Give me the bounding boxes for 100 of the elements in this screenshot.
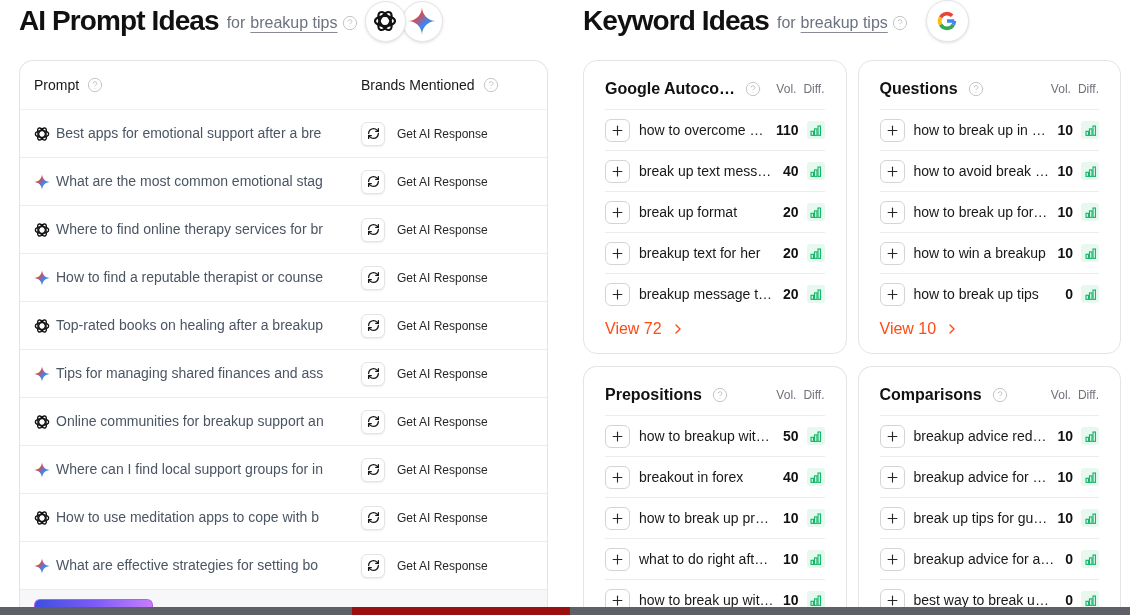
prompt-text: What are effective strategies for setting bo: [56, 556, 318, 575]
column-header: Vol.: [1050, 81, 1071, 98]
keyword-text: breakup message t…: [639, 284, 774, 304]
knot-icon: [34, 509, 50, 526]
keyword-text: how to win a breakup: [913, 243, 1047, 263]
card-title: Questions: [879, 79, 958, 99]
add-button[interactable]: [605, 506, 630, 530]
get-response-link[interactable]: Get AI Response: [397, 316, 488, 335]
prompt-text: Online communities for breakup support an: [56, 412, 324, 431]
knot-icon: [34, 125, 50, 142]
refresh-icon: [366, 463, 380, 476]
prompt-text: Best apps for emotional support after a bre: [56, 124, 322, 143]
sparkle-icon: [34, 461, 50, 478]
get-response-link[interactable]: Get AI Response: [397, 508, 488, 527]
plus-icon: [884, 592, 900, 607]
plus-icon: [610, 510, 625, 526]
add-button[interactable]: [605, 200, 630, 224]
add-button[interactable]: [605, 159, 630, 183]
refresh-icon: [366, 271, 380, 284]
refresh-button[interactable]: [361, 121, 385, 146]
volume-value: 10: [1057, 161, 1073, 181]
keyword-text: break up format: [639, 202, 739, 222]
add-button[interactable]: [879, 547, 905, 571]
refresh-button[interactable]: [361, 553, 385, 578]
add-button[interactable]: [879, 465, 905, 489]
bar-chart-icon: [1081, 468, 1099, 486]
volume-value: 40: [782, 467, 799, 487]
plus-icon: [884, 510, 900, 526]
keyword-text: how to overcome …: [639, 120, 765, 140]
get-response-link[interactable]: Get AI Response: [397, 412, 488, 431]
add-button[interactable]: [605, 465, 630, 489]
get-response-link[interactable]: Get AI Response: [397, 124, 488, 143]
refresh-button[interactable]: [361, 313, 385, 338]
keyword-text: breakout in forex: [639, 467, 745, 487]
add-button[interactable]: [879, 588, 905, 607]
plus-icon: [610, 204, 625, 220]
section-title: Keyword Ideas: [583, 7, 769, 35]
for-label: for: [776, 15, 796, 31]
bar-chart-icon: [806, 121, 825, 139]
add-button[interactable]: [879, 200, 905, 224]
get-response-link[interactable]: Get AI Response: [397, 556, 488, 575]
get-response-link[interactable]: Get AI Response: [397, 364, 488, 383]
column-header: Vol.: [1050, 387, 1071, 404]
sparkle-icon: [34, 365, 50, 382]
card-title: Google Autoco…: [605, 79, 736, 99]
volume-value: 10: [1057, 202, 1073, 222]
volume-value: 10: [1057, 243, 1073, 263]
refresh-icon: [366, 223, 380, 236]
section-title: AI Prompt Ideas: [19, 7, 219, 35]
bar-chart-icon: [1081, 244, 1099, 262]
column-header: Diff.: [803, 81, 825, 98]
add-button[interactable]: [879, 506, 905, 530]
bar-chart-icon: [806, 244, 825, 262]
keyword-text: how to break up wit…: [639, 590, 775, 607]
refresh-icon: [366, 511, 380, 524]
add-button[interactable]: [879, 424, 905, 448]
get-response-link[interactable]: Get AI Response: [397, 460, 488, 479]
bar-chart-icon: [806, 203, 825, 221]
volume-value: 110: [775, 120, 799, 140]
refresh-button[interactable]: [361, 169, 385, 194]
volume-value: 10: [1057, 508, 1073, 528]
refresh-button[interactable]: [361, 505, 385, 530]
plus-icon: [610, 245, 625, 261]
topic-link[interactable]: breakup tips: [800, 15, 888, 31]
volume-value: 10: [782, 549, 799, 569]
volume-value: 0: [1065, 284, 1073, 304]
topic-link[interactable]: breakup tips: [250, 15, 338, 31]
column-header: Vol.: [776, 387, 797, 404]
keyword-text: what to do right aft…: [639, 549, 770, 569]
add-button[interactable]: [879, 118, 905, 142]
refresh-button[interactable]: [361, 361, 385, 386]
add-button[interactable]: [879, 241, 905, 265]
sparkle-icon: [34, 269, 50, 286]
add-button[interactable]: [605, 241, 630, 265]
plus-icon: [884, 469, 900, 485]
get-response-link[interactable]: Get AI Response: [397, 220, 488, 239]
add-button[interactable]: [605, 118, 630, 142]
bar-chart-icon: [1081, 121, 1099, 139]
get-response-link[interactable]: Get AI Response: [397, 172, 488, 191]
add-button[interactable]: [605, 424, 630, 448]
column-header: Prompt: [34, 75, 80, 95]
keyword-text: how to break up in …: [913, 120, 1047, 140]
add-button[interactable]: [605, 282, 630, 306]
add-button[interactable]: [605, 588, 630, 607]
knot-icon: [34, 317, 50, 334]
refresh-button[interactable]: [361, 217, 385, 242]
refresh-button[interactable]: [361, 409, 385, 434]
volume-value: 0: [1065, 549, 1073, 569]
knot-icon: [34, 221, 50, 238]
column-header: Diff.: [1077, 81, 1099, 98]
add-button[interactable]: [879, 159, 905, 183]
add-button[interactable]: [879, 282, 905, 306]
get-response-link[interactable]: Get AI Response: [397, 268, 488, 287]
add-button[interactable]: [605, 547, 630, 571]
refresh-button[interactable]: [361, 457, 385, 482]
plus-icon: [610, 551, 625, 567]
volume-value: 20: [782, 202, 799, 222]
bar-chart-icon: [806, 509, 825, 527]
for-label: for: [226, 15, 246, 31]
refresh-button[interactable]: [361, 265, 385, 290]
